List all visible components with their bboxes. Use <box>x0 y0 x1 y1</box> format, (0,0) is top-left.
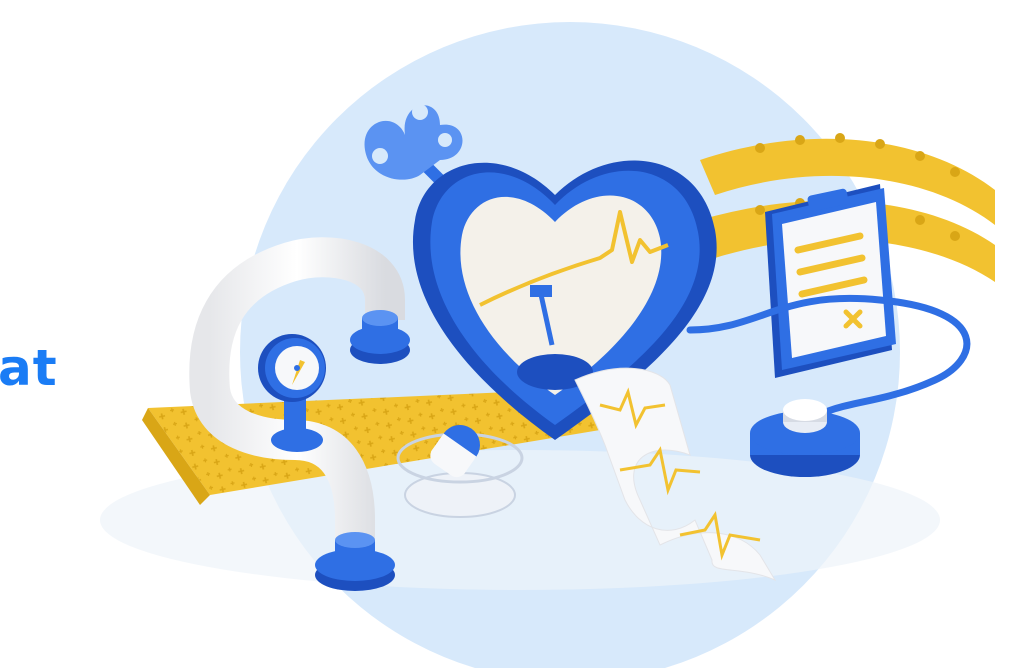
page: at <box>0 0 1019 668</box>
clipboard <box>765 184 896 378</box>
medical-illustration <box>100 22 995 668</box>
